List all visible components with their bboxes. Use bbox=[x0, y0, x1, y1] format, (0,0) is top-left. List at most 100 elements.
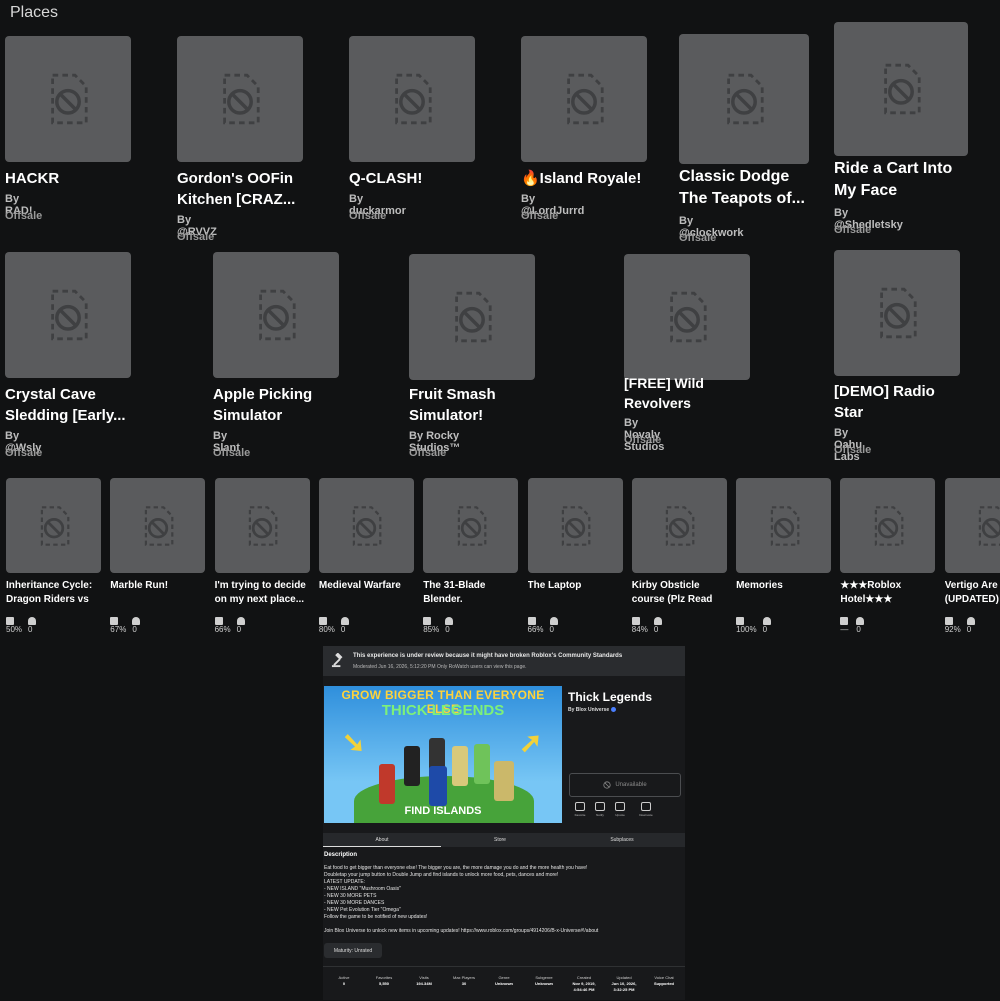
unavailable-button[interactable]: Unavailable bbox=[569, 773, 681, 797]
avatar-figure bbox=[474, 744, 490, 784]
upvote-label: Upvote bbox=[615, 813, 625, 817]
place-title[interactable]: Gordon's OOFin Kitchen [CRAZ... bbox=[177, 168, 295, 210]
place-title[interactable]: 🔥Island Royale! bbox=[521, 168, 641, 189]
no-image-icon bbox=[880, 287, 917, 339]
place-thumbnail[interactable] bbox=[834, 22, 968, 156]
downvote-label: Downvote bbox=[639, 813, 653, 817]
game-thumbnail[interactable] bbox=[110, 478, 206, 573]
stat-value: 194.34M bbox=[416, 981, 432, 986]
moderation-banner: This experience is under review because … bbox=[323, 646, 685, 676]
stat-updated: Updated Jun 10, 2026, 3:32:25 PM bbox=[604, 975, 644, 993]
game-thumbnail[interactable] bbox=[318, 478, 414, 573]
game-title[interactable]: Kirby Obsticle course (Plz Read bbox=[632, 579, 730, 607]
place-title[interactable]: Ride a Cart Into My Face bbox=[834, 158, 952, 203]
players-stat: 0 bbox=[966, 616, 977, 634]
stat-value: Jun 10, 2026, 3:32:25 PM bbox=[611, 981, 637, 992]
place-status: Offsale bbox=[679, 231, 717, 244]
game-thumbnail[interactable] bbox=[736, 478, 832, 573]
thumbs-up-icon bbox=[840, 616, 849, 625]
tab-subplaces[interactable]: Subplaces bbox=[559, 833, 685, 847]
game-thumbnail[interactable] bbox=[423, 478, 519, 573]
players-stat: 0 bbox=[549, 616, 560, 634]
thumbs-down-icon bbox=[641, 802, 651, 811]
person-icon bbox=[236, 616, 245, 625]
person-icon bbox=[549, 616, 558, 625]
place-thumbnail[interactable] bbox=[5, 252, 131, 378]
place-thumbnail[interactable] bbox=[834, 250, 960, 376]
stat-subgenre: Subgenre Unknown bbox=[524, 975, 564, 987]
creator-link[interactable]: By Blox Universe bbox=[568, 707, 609, 713]
place-thumbnail[interactable] bbox=[679, 34, 809, 164]
rating-value: 84% bbox=[631, 625, 648, 634]
place-title[interactable]: Classic Dodge The Teapots of... bbox=[679, 166, 805, 211]
players-stat: 0 bbox=[856, 616, 866, 634]
game-title[interactable]: Memories bbox=[736, 579, 834, 593]
players-value: 0 bbox=[966, 625, 972, 634]
players-value: 0 bbox=[28, 625, 33, 634]
game-thumbnail[interactable] bbox=[527, 478, 623, 573]
no-image-icon bbox=[353, 505, 382, 546]
no-image-icon bbox=[978, 505, 1000, 546]
stat-created: Created Nov 9, 2019, 4:54:46 PM bbox=[564, 975, 604, 993]
game-thumbnail[interactable] bbox=[631, 478, 727, 573]
place-thumbnail[interactable] bbox=[409, 254, 535, 380]
no-image-icon bbox=[40, 505, 69, 546]
place-title[interactable]: HACKR bbox=[5, 168, 59, 189]
place-title[interactable]: [FREE] Wild Revolvers bbox=[624, 374, 704, 413]
game-title[interactable]: ★★★Roblox Hotel★★★ bbox=[840, 579, 938, 607]
place-title[interactable]: Apple Picking Simulator bbox=[213, 384, 312, 426]
place-title[interactable]: Q-CLASH! bbox=[349, 168, 422, 189]
tab-store[interactable]: Store bbox=[441, 833, 559, 847]
game-title[interactable]: I'm trying to decide on my next place... bbox=[215, 579, 313, 607]
place-thumbnail[interactable] bbox=[213, 252, 339, 378]
game-thumbnail[interactable] bbox=[6, 478, 101, 573]
rating-stat: — bbox=[840, 616, 850, 634]
stat-value: 5,550 bbox=[378, 981, 389, 986]
favorite-button[interactable]: Favorite bbox=[569, 802, 591, 817]
game-title[interactable]: Vertigo Are (UPDATED) bbox=[945, 579, 1000, 607]
place-title[interactable]: [DEMO] Radio Star bbox=[834, 381, 935, 423]
stat-label: Subgenre bbox=[535, 975, 553, 980]
notify-button[interactable]: Notify bbox=[589, 802, 611, 817]
upvote-button[interactable]: Upvote bbox=[609, 802, 631, 817]
avatar-figure bbox=[494, 761, 514, 801]
place-thumbnail[interactable] bbox=[5, 36, 131, 162]
game-title[interactable]: Marble Run! bbox=[110, 579, 208, 593]
no-image-icon bbox=[144, 505, 174, 546]
place-thumbnail[interactable] bbox=[624, 254, 750, 380]
unavailable-label: Unavailable bbox=[615, 782, 647, 788]
place-thumbnail[interactable] bbox=[177, 36, 303, 162]
game-title[interactable]: Medieval Warfare bbox=[319, 579, 417, 593]
rating-stat: 66% bbox=[527, 616, 544, 634]
game-title[interactable]: Inheritance Cycle: Dragon Riders vs bbox=[6, 579, 104, 607]
game-thumbnail[interactable] bbox=[944, 478, 1000, 573]
tab-about[interactable]: About bbox=[323, 833, 441, 847]
place-thumbnail[interactable] bbox=[349, 36, 475, 162]
players-value: 0 bbox=[236, 625, 242, 634]
stat-label: Genre bbox=[498, 975, 510, 980]
avatar-figure bbox=[429, 766, 447, 806]
downvote-button[interactable]: Downvote bbox=[635, 802, 657, 817]
stat-value: Nov 9, 2019, 4:54:46 PM bbox=[572, 981, 596, 992]
stat-favorites: Favorites 5,550 bbox=[364, 975, 404, 987]
place-thumbnail[interactable] bbox=[521, 36, 647, 162]
game-title[interactable]: The 31-Blade Blender. bbox=[423, 579, 521, 607]
blocked-icon bbox=[603, 781, 611, 789]
game-title[interactable]: The Laptop bbox=[528, 579, 626, 593]
game-thumbnail[interactable] bbox=[840, 478, 936, 573]
game-creator[interactable]: By Blox Universe bbox=[568, 707, 617, 713]
players-stat: 0 bbox=[445, 616, 455, 634]
place-title[interactable]: Crystal Cave Sledding [Early... bbox=[5, 384, 126, 426]
thumbnail-text-bottom: FIND ISLANDS bbox=[404, 805, 482, 817]
thumbs-up-icon bbox=[6, 616, 14, 625]
stat-label: Max Players bbox=[452, 975, 475, 980]
section-title: Places bbox=[10, 4, 59, 21]
arrow-icon: ➘ bbox=[342, 727, 366, 758]
no-image-icon bbox=[727, 73, 764, 125]
stat-label: Visits bbox=[419, 975, 429, 980]
players-value: 0 bbox=[445, 625, 450, 634]
game-thumbnail[interactable] bbox=[214, 478, 310, 573]
stat-voice-chat: Voice Chat Supported bbox=[644, 975, 684, 987]
thumbs-up-icon bbox=[423, 616, 432, 625]
place-title[interactable]: Fruit Smash Simulator! bbox=[409, 384, 496, 426]
